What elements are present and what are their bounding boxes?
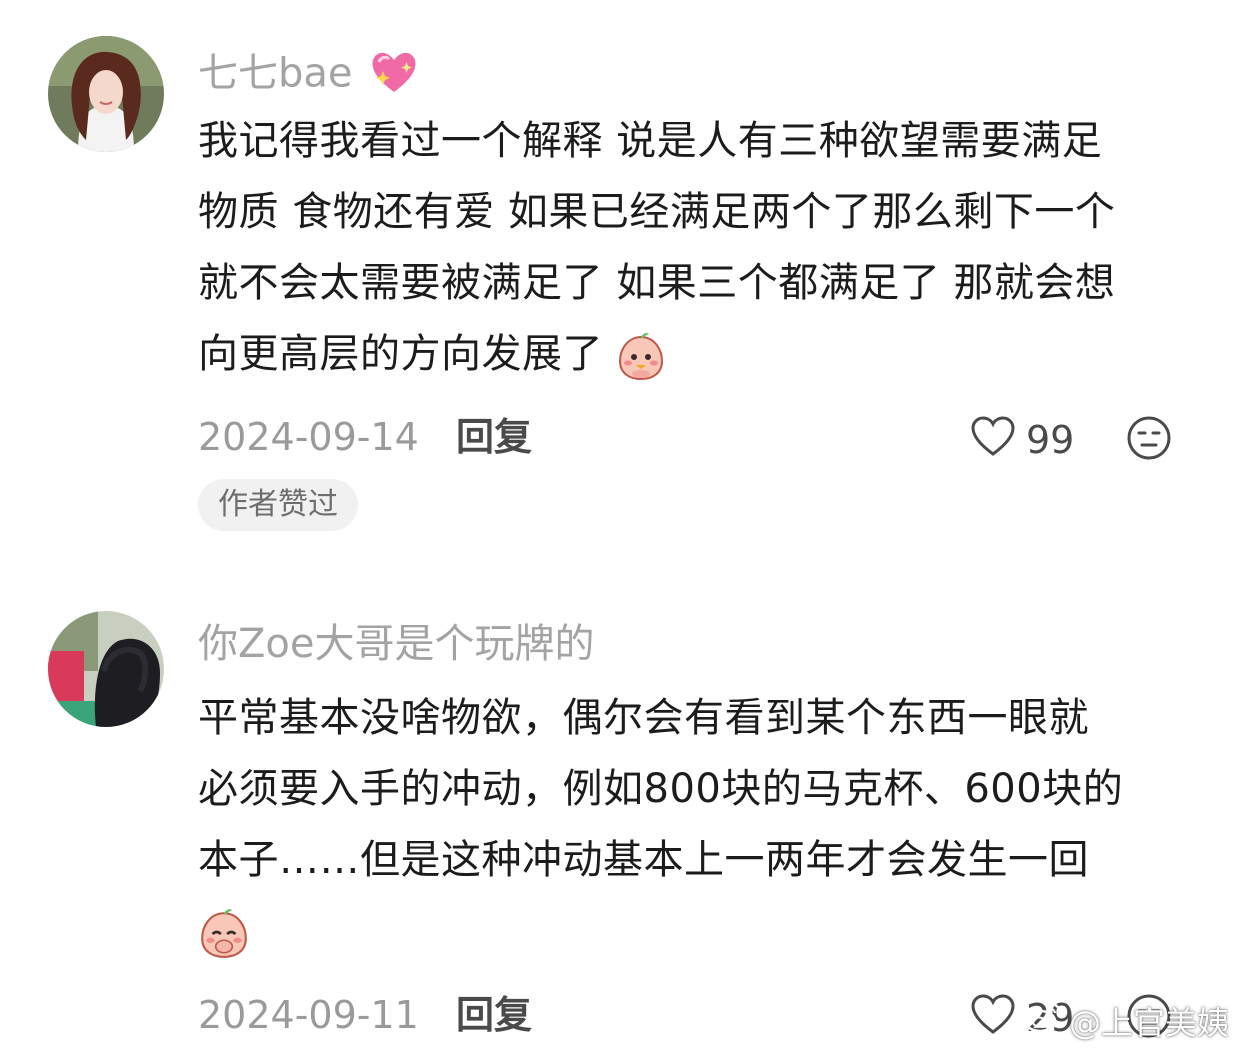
comment-line: 物质 食物还有爱 如果已经满足两个了那么剩下一个: [198, 189, 1116, 235]
heart-icon: [970, 994, 1016, 1042]
heart-icon: [970, 416, 1016, 464]
peach-sticker-icon: [616, 331, 666, 381]
comment-line: 就不会太需要被满足了 如果三个都满足了 那就会想: [198, 260, 1116, 306]
username-text: 七七bae: [198, 50, 353, 97]
comment-line: 平常基本没啥物欲，偶尔会有看到某个东西一眼就: [198, 695, 1089, 741]
username[interactable]: 你Zoe大哥是个玩牌的: [198, 624, 594, 664]
comment-text: 我记得我看过一个解释 说是人有三种欲望需要满足 物质 食物还有爱 如果已经满足两…: [198, 106, 1198, 390]
sparkling-heart-icon: [367, 48, 421, 103]
comment-line: 本子……但是这种冲动基本上一两年才会发生一回: [198, 837, 1089, 883]
watermark-text: @上官美姨: [1068, 1004, 1229, 1042]
comment-line: 向更高层的方向发展了: [198, 331, 603, 377]
reply-button[interactable]: 回复: [456, 996, 532, 1034]
weibo-logo-icon: [1023, 1000, 1063, 1042]
avatar[interactable]: [48, 36, 164, 152]
peach-sticker-icon: [198, 907, 250, 959]
like-button[interactable]: 99: [970, 416, 1074, 464]
like-count: 99: [1026, 418, 1075, 462]
weibo-watermark: @上官美姨: [1023, 998, 1229, 1044]
dislike-face-icon[interactable]: [1126, 415, 1172, 461]
comment-date: 2024-09-11: [198, 993, 419, 1037]
comment-line: 必须要入手的冲动，例如800块的马克杯、600块的: [198, 766, 1124, 812]
avatar[interactable]: [48, 611, 164, 727]
comment-text: 平常基本没啥物欲，偶尔会有看到某个东西一眼就 必须要入手的冲动，例如800块的马…: [198, 683, 1198, 967]
comment-line: 我记得我看过一个解释 说是人有三种欲望需要满足: [198, 118, 1103, 164]
reply-button[interactable]: 回复: [456, 418, 532, 456]
username[interactable]: 七七bae: [198, 48, 421, 103]
comment-date: 2024-09-14: [198, 415, 419, 459]
author-liked-badge: 作者赞过: [198, 479, 358, 531]
